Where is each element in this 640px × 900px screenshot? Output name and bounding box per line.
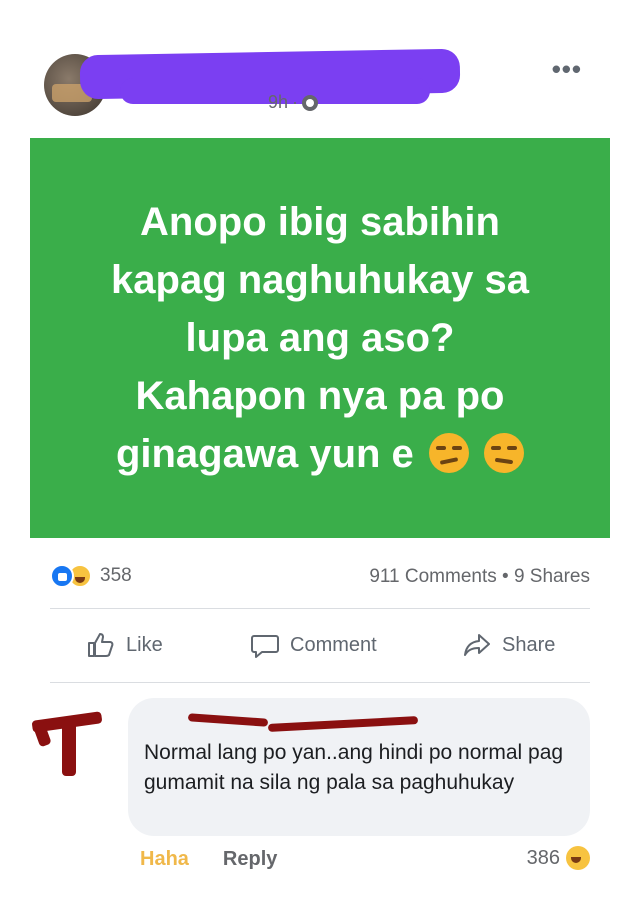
unamused-emoji-icon [484,433,525,473]
comment-bubble-icon [251,635,279,658]
share-label: Share [502,633,556,656]
thumbs-up-icon [88,633,114,657]
redacted-name-scribble [267,716,419,732]
divider [50,608,590,609]
post-text-card: Anopo ibig sabihin kapag naghuhukay sa l… [30,138,610,538]
commenter-avatar-scribble[interactable] [31,706,103,776]
divider [50,682,590,683]
reaction-summary[interactable]: 358 [50,564,132,588]
post-text-line: kapag naghuhukay sa [111,258,529,302]
comment-reaction-summary[interactable]: 386 [527,846,590,870]
post-text-line: ginagawa yun e [115,432,414,476]
post-timestamp[interactable]: 9h · [268,92,319,113]
share-button[interactable]: Share [462,630,555,660]
post-text: Anopo ibig sabihin kapag naghuhukay sa l… [60,193,580,483]
comment-button[interactable]: Comment [250,630,377,660]
like-label: Like [126,633,163,656]
comment-bubble: Normal lang po yan..ang hindi po normal … [128,698,590,836]
post-text-line-with-emoji: ginagawa yun e [60,425,580,483]
post-header: 9h · ••• [0,0,640,140]
smirk-emoji-icon [428,433,469,473]
post-text-line: Anopo ibig sabihin [140,200,500,244]
dot-separator: · [292,92,299,112]
haha-reaction-icon [566,846,590,870]
haha-reaction-link[interactable]: Haha [140,848,189,871]
share-arrow-icon [464,634,490,656]
post-action-bar: Like Comment Share [0,620,640,670]
more-options-icon[interactable]: ••• [552,54,582,85]
reaction-count: 358 [100,565,132,586]
post-text-line: lupa ang aso? [185,316,455,360]
comment-label: Comment [290,633,377,656]
comment-text: Normal lang po yan..ang hindi po normal … [144,741,564,794]
comments-shares-count[interactable]: 911 Comments • 9 Shares [369,566,590,588]
timestamp-label: 9h [268,92,289,112]
like-reaction-icon [50,564,74,588]
comment-actions: Haha Reply [140,848,277,871]
globe-icon [302,94,319,111]
post-text-line: Kahapon nya pa po [135,374,505,418]
comment-reaction-count: 386 [526,846,560,869]
post-stats: 358 911 Comments • 9 Shares [0,556,640,596]
like-button[interactable]: Like [86,630,163,660]
comment: Normal lang po yan..ang hindi po normal … [0,690,640,900]
reply-link[interactable]: Reply [223,848,277,871]
redacted-name-scribble [187,713,269,727]
